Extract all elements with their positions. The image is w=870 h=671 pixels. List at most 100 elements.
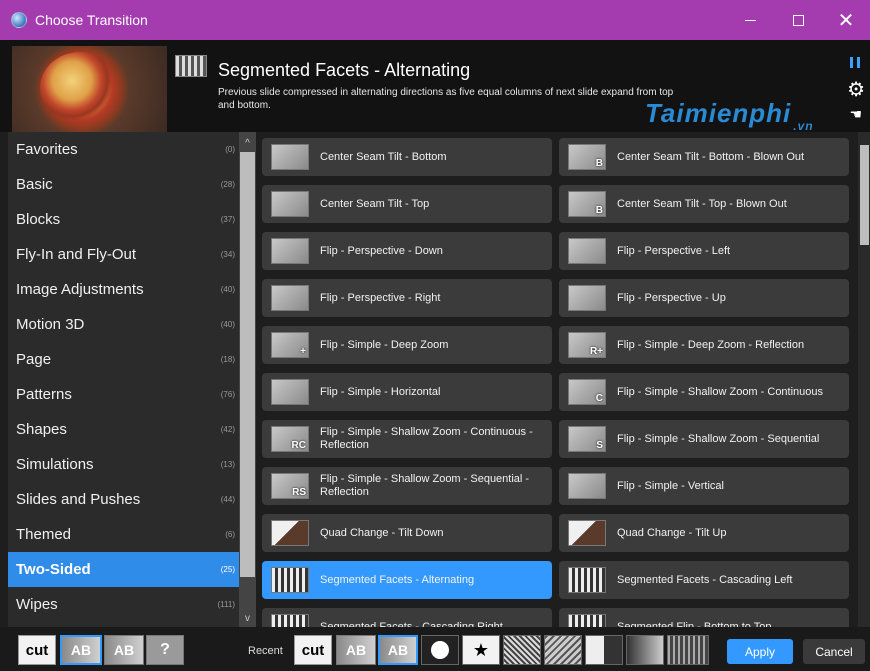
category-label: Wipes bbox=[16, 596, 58, 613]
recent-circle-button[interactable] bbox=[421, 635, 459, 665]
random-transition-button[interactable]: ? bbox=[146, 635, 184, 665]
category-item[interactable]: Page (18) bbox=[8, 342, 239, 377]
category-item[interactable]: Motion 3D (40) bbox=[8, 307, 239, 342]
category-item[interactable]: Shapes (42) bbox=[8, 412, 239, 447]
recent-pattern-button[interactable] bbox=[544, 635, 582, 665]
hand-pointer-icon[interactable]: ☚ bbox=[849, 106, 862, 123]
dissolve-button[interactable]: AB bbox=[60, 635, 102, 665]
category-item[interactable]: Favorites (0) bbox=[8, 132, 239, 167]
transition-tile[interactable]: Flip - Simple - Vertical bbox=[559, 467, 849, 505]
title-bar: Choose Transition ✕ bbox=[0, 0, 870, 40]
transition-tile[interactable]: Quad Change - Tilt Down bbox=[262, 514, 552, 552]
preview-thumbnail bbox=[12, 46, 167, 132]
category-item[interactable]: Themed (6) bbox=[8, 517, 239, 552]
category-count: (42) bbox=[220, 425, 235, 434]
transition-thumbnail-icon bbox=[271, 614, 309, 627]
recent-gradient-wipe-button[interactable] bbox=[626, 635, 664, 665]
transition-tile[interactable]: Flip - Perspective - Up bbox=[559, 279, 849, 317]
cancel-button[interactable]: Cancel bbox=[803, 639, 865, 664]
transition-tile[interactable]: Center Seam Tilt - Top bbox=[262, 185, 552, 223]
category-item[interactable]: Slides and Pushes (44) bbox=[8, 482, 239, 517]
pause-icon[interactable] bbox=[850, 57, 860, 68]
category-label: Favorites bbox=[16, 141, 78, 158]
category-item[interactable]: Patterns (76) bbox=[8, 377, 239, 412]
transition-label: Flip - Perspective - Left bbox=[617, 244, 731, 257]
transition-tile[interactable]: Center Seam Tilt - Bottom bbox=[262, 138, 552, 176]
category-item[interactable]: Image Adjustments (40) bbox=[8, 272, 239, 307]
category-item[interactable]: Fly-In and Fly-Out (34) bbox=[8, 237, 239, 272]
transition-tile[interactable]: Segmented Flip - Bottom to Top bbox=[559, 608, 849, 627]
category-count: (44) bbox=[220, 495, 235, 504]
transition-tile[interactable]: Flip - Perspective - Left bbox=[559, 232, 849, 270]
category-scrollbar-thumb[interactable] bbox=[240, 152, 255, 577]
transition-tile[interactable]: Flip - Simple - Shallow Zoom - Continuou… bbox=[559, 373, 849, 411]
transition-thumbnail-icon bbox=[271, 144, 309, 170]
category-count: (25) bbox=[220, 565, 235, 574]
category-count: (40) bbox=[220, 320, 235, 329]
category-item[interactable]: Wipes (111) bbox=[8, 587, 239, 622]
transition-tile[interactable]: Center Seam Tilt - Bottom - Blown Out bbox=[559, 138, 849, 176]
category-count: (34) bbox=[220, 250, 235, 259]
selected-transition-description: Previous slide compressed in alternating… bbox=[218, 87, 674, 111]
transition-tile[interactable]: Segmented Facets - Cascading Left bbox=[559, 561, 849, 599]
minimize-icon bbox=[744, 19, 756, 21]
category-item[interactable]: Basic (28) bbox=[8, 167, 239, 202]
transition-label: Flip - Simple - Deep Zoom bbox=[320, 338, 449, 351]
recent-lines-button[interactable] bbox=[667, 635, 709, 665]
recent-ab-selected-button[interactable]: AB bbox=[378, 635, 418, 665]
transition-thumbnail-icon bbox=[568, 567, 606, 593]
recent-star-button[interactable]: ★ bbox=[462, 635, 500, 665]
gear-icon[interactable]: ⚙ bbox=[847, 77, 865, 102]
app-icon bbox=[11, 12, 27, 28]
category-count: (13) bbox=[220, 460, 235, 469]
category-item[interactable]: Two-Sided (25) bbox=[8, 552, 239, 587]
transition-thumbnail-icon bbox=[271, 567, 309, 593]
category-label: Fly-In and Fly-Out bbox=[16, 246, 137, 263]
transition-tile[interactable]: Flip - Simple - Horizontal bbox=[262, 373, 552, 411]
transition-thumbnail-icon bbox=[568, 379, 606, 405]
recent-label: Recent bbox=[248, 645, 283, 657]
recent-dissolve-noise-button[interactable] bbox=[503, 635, 541, 665]
category-item[interactable]: Simulations (13) bbox=[8, 447, 239, 482]
watermark-logo: Taimienphi .vn bbox=[645, 98, 814, 133]
cut-button[interactable]: cut bbox=[18, 635, 56, 665]
transition-scrollbar-thumb[interactable] bbox=[860, 145, 869, 245]
recent-ab-button[interactable]: AB bbox=[336, 635, 376, 665]
minimize-button[interactable] bbox=[726, 0, 774, 40]
transition-label: Flip - Perspective - Right bbox=[320, 291, 441, 304]
transition-tile[interactable]: Flip - Simple - Shallow Zoom - Sequentia… bbox=[559, 420, 849, 458]
transition-thumbnail-icon bbox=[271, 285, 309, 311]
transition-tile[interactable]: Center Seam Tilt - Top - Blown Out bbox=[559, 185, 849, 223]
transition-tile[interactable]: Flip - Perspective - Down bbox=[262, 232, 552, 270]
transition-thumbnail-icon bbox=[568, 520, 606, 546]
transition-tile[interactable]: Quad Change - Tilt Up bbox=[559, 514, 849, 552]
transition-label: Quad Change - Tilt Up bbox=[617, 526, 727, 539]
transition-label: Flip - Simple - Shallow Zoom - Continuou… bbox=[320, 426, 533, 451]
category-count: (37) bbox=[220, 215, 235, 224]
transition-tile[interactable]: Flip - Simple - Shallow Zoom - Continuou… bbox=[262, 420, 552, 458]
transition-tile[interactable]: Flip - Perspective - Right bbox=[262, 279, 552, 317]
apply-button[interactable]: Apply bbox=[727, 639, 793, 664]
category-count: (111) bbox=[217, 600, 236, 609]
close-button[interactable]: ✕ bbox=[822, 0, 870, 40]
category-label: Page bbox=[16, 351, 52, 368]
transition-label: Flip - Simple - Horizontal bbox=[320, 385, 441, 398]
transition-thumbnail-icon bbox=[271, 379, 309, 405]
category-scroll-up-icon[interactable]: ^ bbox=[239, 134, 256, 152]
transition-tile[interactable]: Flip - Simple - Deep Zoom - Reflection bbox=[559, 326, 849, 364]
recent-wipe-button[interactable] bbox=[585, 635, 623, 665]
recent-cut-button[interactable]: cut bbox=[294, 635, 332, 665]
transition-thumbnail-icon bbox=[271, 191, 309, 217]
category-label: Shapes bbox=[16, 421, 67, 438]
transition-tile[interactable]: Segmented Facets - Alternating bbox=[262, 561, 552, 599]
category-label: Slides and Pushes bbox=[16, 491, 141, 508]
transition-tile[interactable]: Segmented Facets - Cascading Right bbox=[262, 608, 552, 627]
transition-tile[interactable]: Flip - Simple - Shallow Zoom - Sequentia… bbox=[262, 467, 552, 505]
category-label: Themed bbox=[16, 526, 72, 543]
category-item[interactable]: Blocks (37) bbox=[8, 202, 239, 237]
maximize-button[interactable] bbox=[774, 0, 822, 40]
transition-default-button[interactable]: AB bbox=[104, 635, 144, 665]
transition-tile[interactable]: Flip - Simple - Deep Zoom bbox=[262, 326, 552, 364]
category-scroll-down-icon[interactable]: v bbox=[239, 609, 256, 627]
transition-label: Center Seam Tilt - Bottom - Blown Out bbox=[617, 150, 805, 163]
